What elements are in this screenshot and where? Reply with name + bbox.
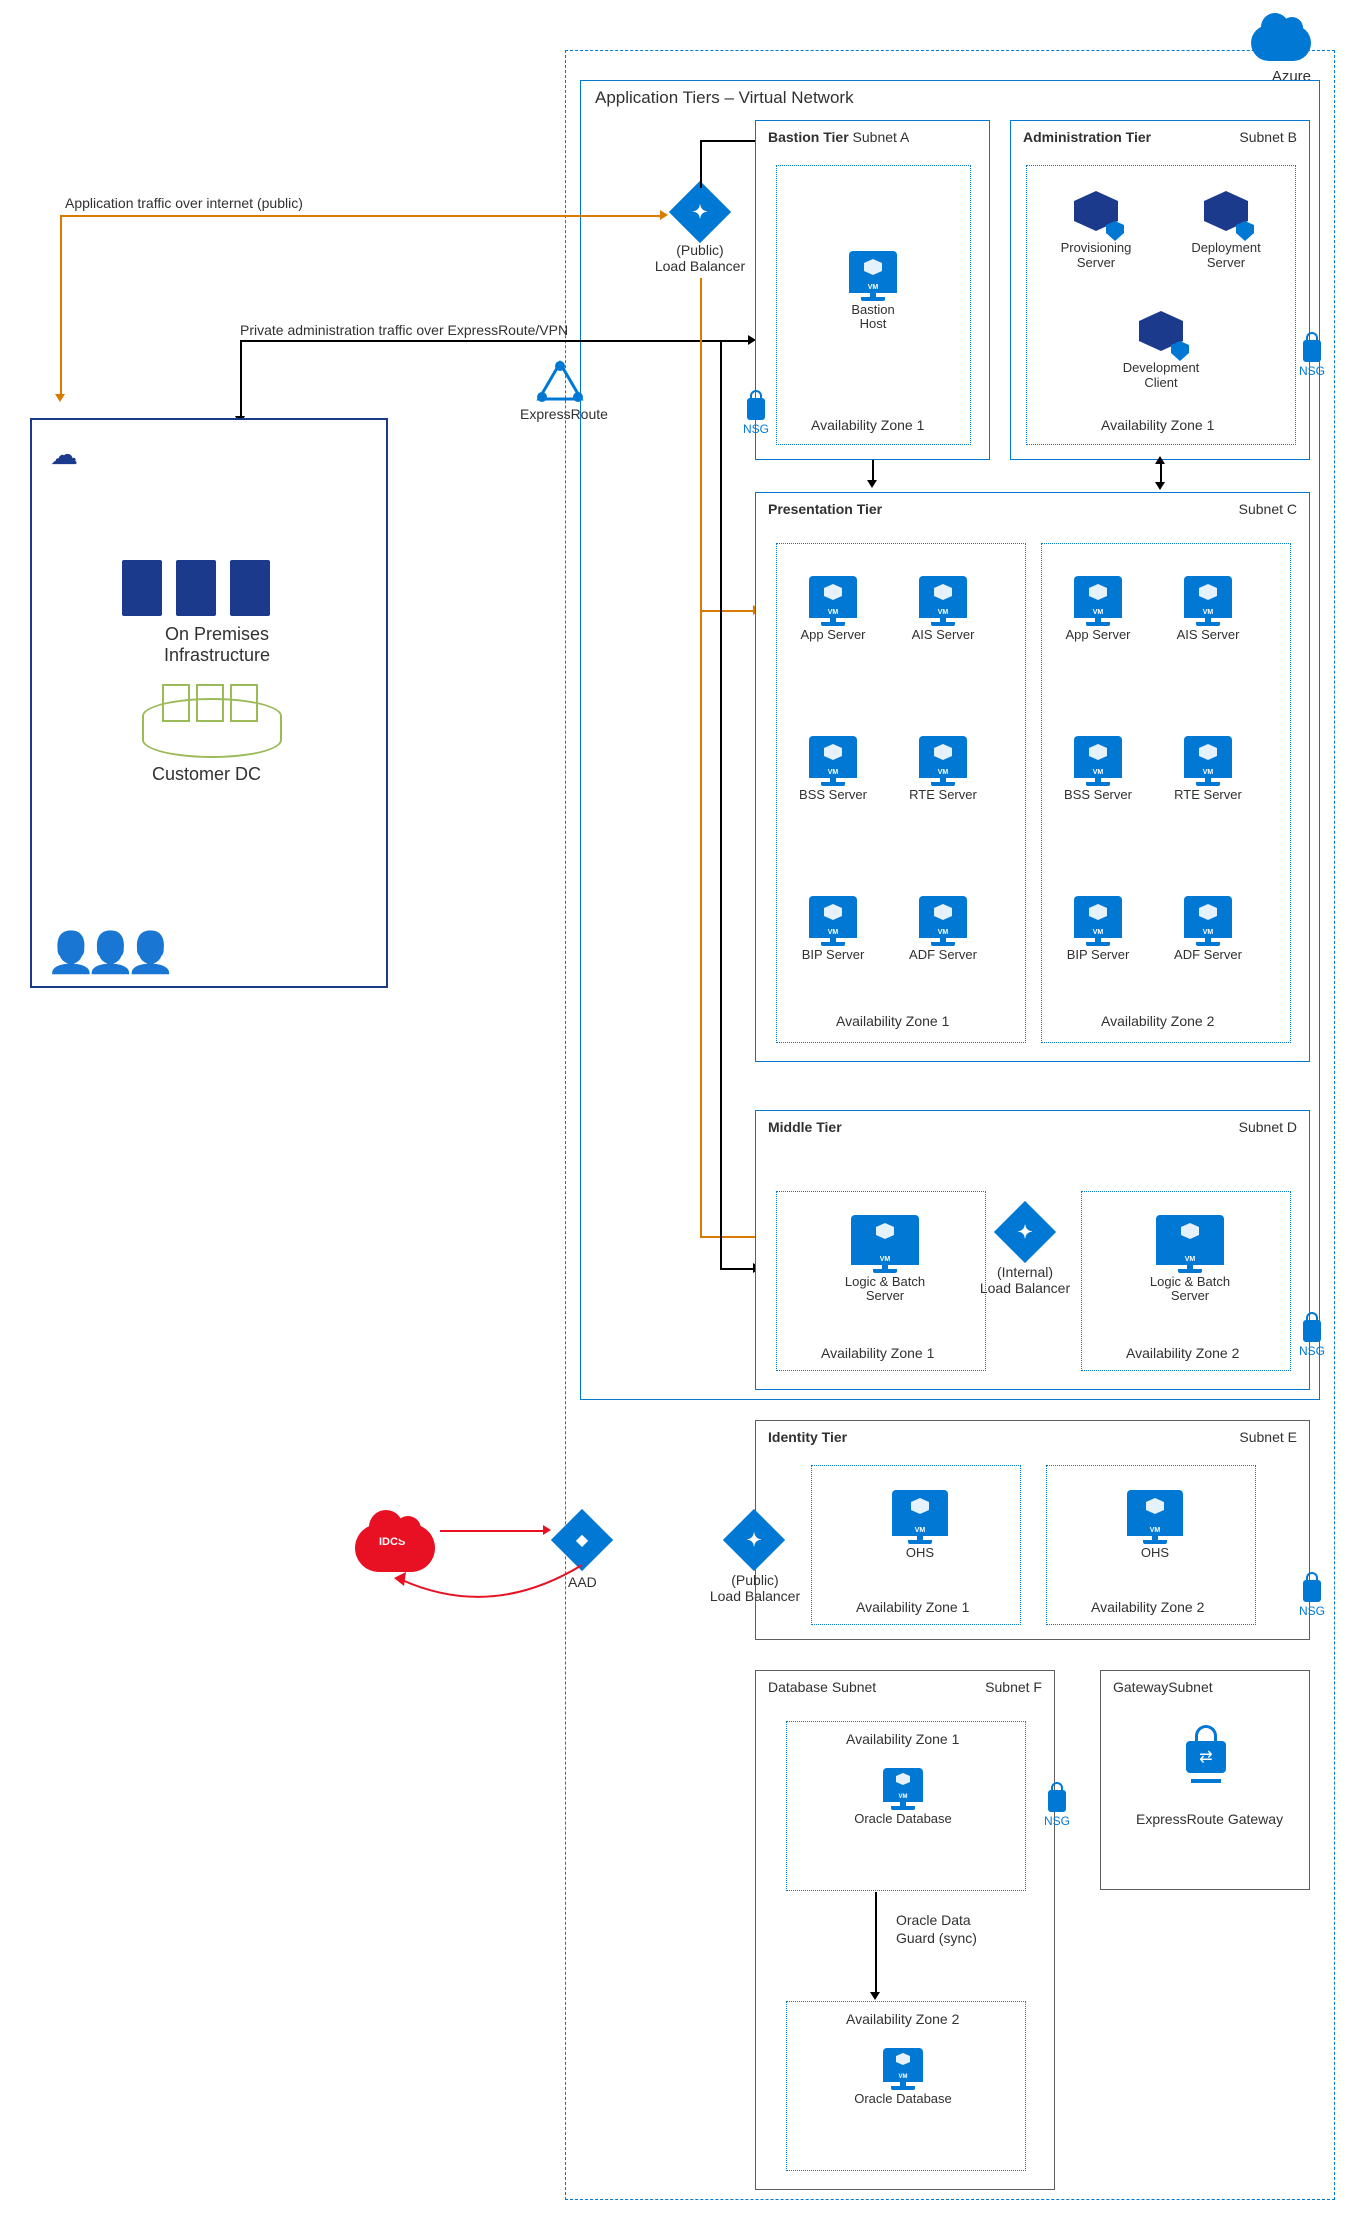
pres-az1: Availability Zone 1 [836, 1013, 949, 1029]
identity-ohs1: VMOHS [885, 1490, 955, 1560]
database-subnet: Database Subnet Subnet F Availability Zo… [755, 1670, 1055, 2190]
identity-title: Identity Tier [768, 1429, 847, 1445]
middle-az1: Availability Zone 1 [821, 1345, 934, 1361]
onprem-servers-icon [122, 560, 270, 616]
middle-nsg: NSG [1297, 1320, 1327, 1358]
db-oracle2: VMOracle Database [853, 2048, 953, 2106]
middle-az2: Availability Zone 2 [1126, 1345, 1239, 1361]
identity-public-lb-caption: (Public) Load Balancer [700, 1572, 810, 1604]
gw-label: ExpressRoute Gateway [1136, 1811, 1283, 1827]
identity-az1: Availability Zone 1 [856, 1599, 969, 1615]
identity-ohs2: VMOHS [1120, 1490, 1190, 1560]
onprem-box: ☁︎ On Premises Infrastructure Customer D… [30, 418, 388, 988]
bastion-host-vm: VM Bastion Host [838, 251, 908, 332]
pres-az1-bss: VMBSS Server [798, 736, 868, 802]
identity-subnet: Subnet E [1239, 1429, 1297, 1445]
public-traffic-label: Application traffic over internet (publi… [65, 195, 303, 211]
db-az2: Availability Zone 2 [846, 2011, 959, 2027]
pres-az2-app: VMApp Server [1063, 576, 1133, 642]
pres-az1-ais: VMAIS Server [908, 576, 978, 642]
middle-az2-logic: VMLogic & Batch Server [1130, 1215, 1250, 1304]
customer-dc-icon [162, 684, 258, 722]
middle-az1-logic: VMLogic & Batch Server [825, 1215, 945, 1304]
pres-az1-bip: VMBIP Server [798, 896, 868, 962]
pres-az1-rte: VMRTE Server [908, 736, 978, 802]
admin-title: Administration Tier [1023, 129, 1151, 145]
pres-az1-app: VMApp Server [798, 576, 868, 642]
development-client: Development Client [1116, 311, 1206, 390]
identity-nsg: NSG [1297, 1580, 1327, 1618]
pres-az2-ais: VMAIS Server [1173, 576, 1243, 642]
admin-subnet: Subnet B [1239, 129, 1297, 145]
bastion-title: Bastion Tier [768, 129, 849, 145]
public-lb-caption: (Public) Load Balancer [645, 242, 755, 274]
middle-subnet: Subnet D [1239, 1119, 1297, 1135]
gateway-subnet: GatewaySubnet ⇄ ExpressRoute Gateway [1100, 1670, 1310, 1890]
bastion-tier: Bastion Tier Subnet A VM Bastion Host Av… [755, 120, 990, 460]
deployment-server: Deployment Server [1181, 191, 1271, 270]
onprem-infra-label: On Premises Infrastructure [132, 624, 302, 666]
onprem-cloud-user-icon: ☁︎ [50, 438, 78, 471]
expressroute-gateway-icon: ⇄ [1181, 1741, 1231, 1773]
middle-title: Middle Tier [768, 1119, 842, 1135]
identity-tier: Identity Tier Subnet E Availability Zone… [755, 1420, 1310, 1640]
db-oracle1: VMOracle Database [853, 1768, 953, 1826]
pres-az2-bip: VMBIP Server [1063, 896, 1133, 962]
public-load-balancer-icon: ✦ [669, 181, 731, 243]
db-subnet: Subnet F [985, 1679, 1042, 1695]
expressroute-icon [536, 360, 584, 402]
identity-az2: Availability Zone 2 [1091, 1599, 1204, 1615]
bastion-az: Availability Zone 1 [811, 417, 924, 433]
admin-az: Availability Zone 1 [1101, 417, 1214, 433]
db-az1: Availability Zone 1 [846, 1731, 959, 1747]
customer-dc-label: Customer DC [152, 764, 261, 785]
db-dataguard: Oracle Data Guard (sync) [896, 1911, 977, 1947]
private-traffic-label: Private administration traffic over Expr… [240, 322, 568, 338]
aad-return-arrow [392, 1560, 592, 1630]
internal-lb-caption: (Internal) Load Balancer [970, 1264, 1080, 1296]
pres-az1-adf: VMADF Server [908, 896, 978, 962]
provisioning-server: Provisioning Server [1051, 191, 1141, 270]
presentation-subnet: Subnet C [1239, 501, 1297, 517]
pres-az2-bss: VMBSS Server [1063, 736, 1133, 802]
db-title: Database Subnet [768, 1679, 876, 1695]
db-nsg: NSG [1042, 1790, 1072, 1828]
pres-az2-adf: VMADF Server [1173, 896, 1243, 962]
expressroute-label: ExpressRoute [520, 406, 608, 422]
bastion-nsg: NSG [741, 398, 771, 436]
gw-title: GatewaySubnet [1113, 1679, 1213, 1695]
admin-nsg: NSG [1297, 340, 1327, 378]
admin-tier: Administration Tier Subnet B Provisionin… [1010, 120, 1310, 460]
bastion-subnet: Subnet A [853, 129, 910, 145]
pres-az2-rte: VMRTE Server [1173, 736, 1243, 802]
people-icon: 👤👤👤 [46, 929, 165, 976]
pres-az2: Availability Zone 2 [1101, 1013, 1214, 1029]
vnet-title: Application Tiers – Virtual Network [595, 88, 854, 108]
identity-public-lb-icon: ✦ [723, 1509, 785, 1571]
architecture-diagram: Azure Application Tiers – Virtual Networ… [20, 20, 1351, 2215]
presentation-title: Presentation Tier [768, 501, 882, 517]
internal-lb-icon: ✦ [994, 1201, 1056, 1263]
